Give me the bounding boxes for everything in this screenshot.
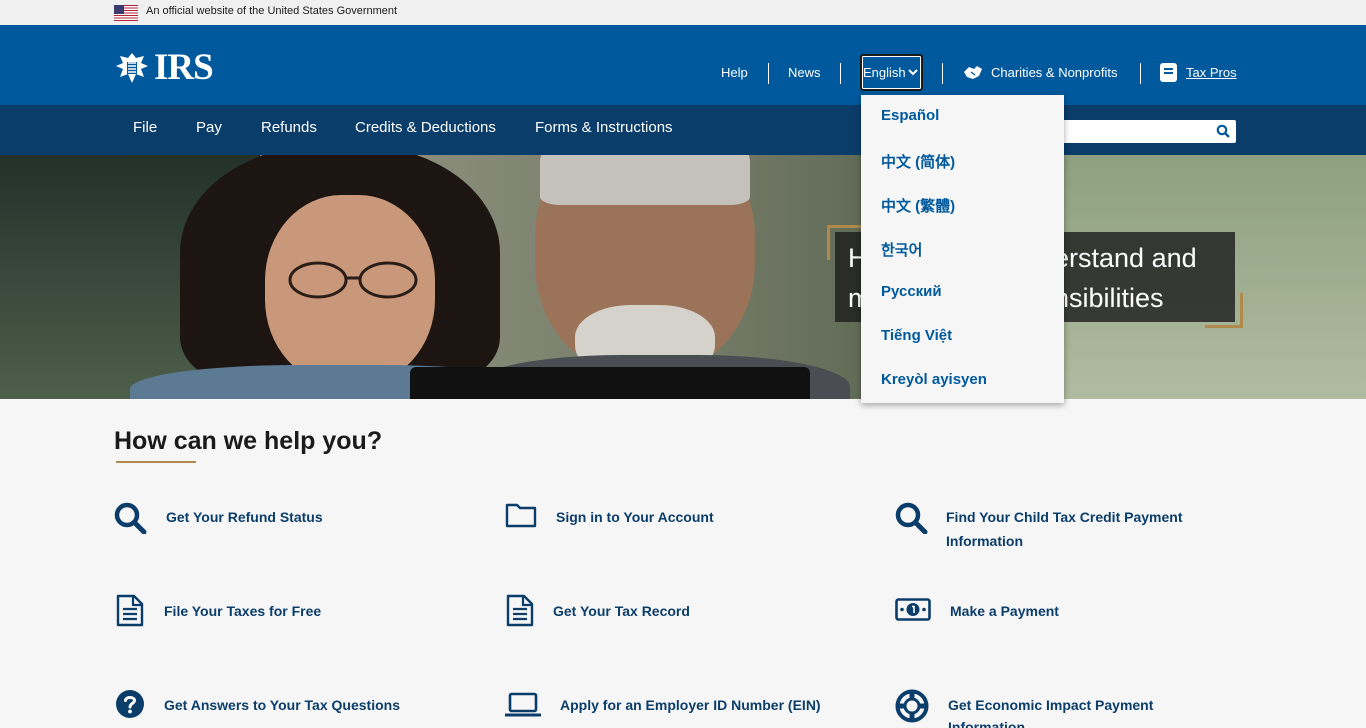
language-option-korean[interactable]: 한국어 (881, 239, 922, 260)
question-icon (116, 690, 144, 718)
main-nav: File Pay Refunds Credits & Deductions Fo… (0, 105, 1366, 155)
help-item-label: Get Your Tax Record (553, 603, 690, 619)
tax-record-link[interactable]: Get Your Tax Record (505, 594, 865, 630)
logo-text: IRS (154, 47, 214, 88)
sign-in-account-link[interactable]: Sign in to Your Account (505, 502, 865, 538)
irs-logo[interactable]: IRS (114, 47, 214, 88)
search-icon (114, 502, 147, 534)
nav-refunds[interactable]: Refunds (261, 119, 317, 136)
language-option-vietnamese[interactable]: Tiếng Việt (881, 327, 952, 344)
language-option-spanish[interactable]: Español (881, 107, 939, 124)
hero-frame-decoration (1205, 293, 1243, 328)
help-item-label-line2: Information (946, 533, 1023, 549)
book-icon (1160, 63, 1177, 82)
language-option-russian[interactable]: Русский (881, 283, 942, 300)
us-flag-icon (114, 5, 138, 21)
help-item-label-line2: Information (948, 719, 1025, 728)
help-item-label: Sign in to Your Account (556, 509, 714, 525)
refund-status-link[interactable]: Get Your Refund Status (114, 502, 474, 538)
gov-banner-text: An official website of the United States… (146, 5, 398, 17)
language-select[interactable]: English (860, 54, 923, 91)
charities-link[interactable]: Charities & Nonprofits (991, 65, 1117, 80)
divider (840, 63, 841, 84)
news-link[interactable]: News (788, 65, 821, 80)
search-icon[interactable] (1216, 124, 1230, 138)
help-item-label: Get Answers to Your Tax Questions (164, 697, 400, 713)
language-option-chinese-traditional[interactable]: 中文 (繁體) (881, 195, 955, 216)
site-header: IRS Help News English Charities & Nonpro… (0, 25, 1366, 105)
language-option-chinese-simplified[interactable]: 中文 (简体) (881, 151, 955, 172)
title-underline (116, 461, 196, 463)
help-item-label: File Your Taxes for Free (164, 603, 322, 619)
document-icon (506, 594, 534, 627)
nav-forms-instructions[interactable]: Forms & Instructions (535, 119, 673, 136)
language-dropdown-menu: Español 中文 (简体) 中文 (繁體) 한국어 Русский Tiến… (861, 95, 1064, 403)
help-item-label: Make a Payment (950, 603, 1059, 619)
economic-impact-payment-link[interactable]: Get Economic Impact Payment Information (895, 689, 1255, 728)
eagle-logo-icon (116, 53, 148, 83)
nav-pay[interactable]: Pay (196, 119, 222, 136)
hero-photo (540, 155, 750, 205)
lifebuoy-icon (895, 689, 929, 723)
child-tax-credit-link[interactable]: Find Your Child Tax Credit Payment Infor… (895, 502, 1255, 552)
hero-photo (288, 261, 418, 299)
hero-photo (410, 367, 810, 399)
divider (768, 63, 769, 84)
laptop-icon (505, 692, 541, 717)
tax-pros-link[interactable]: Tax Pros (1186, 65, 1237, 80)
handshake-icon (964, 66, 982, 79)
tax-questions-link[interactable]: Get Answers to Your Tax Questions (114, 689, 474, 725)
gov-banner: An official website of the United States… (0, 0, 1366, 25)
divider (942, 63, 943, 84)
help-item-label: Get Economic Impact Payment (948, 697, 1154, 713)
divider (1140, 63, 1141, 84)
language-select-value: English (863, 65, 906, 80)
help-link[interactable]: Help (721, 65, 748, 80)
money-icon (895, 598, 931, 621)
search-icon (895, 502, 928, 534)
help-item-label: Find Your Child Tax Credit Payment (946, 509, 1183, 525)
search-input[interactable] (1060, 120, 1236, 143)
language-option-haitian-creole[interactable]: Kreyòl ayisyen (881, 371, 987, 388)
help-item-label: Get Your Refund Status (166, 509, 323, 525)
chevron-down-icon (908, 69, 918, 76)
help-item-label: Apply for an Employer ID Number (EIN) (560, 697, 821, 713)
folder-icon (505, 503, 537, 528)
file-taxes-free-link[interactable]: File Your Taxes for Free (114, 594, 474, 630)
document-icon (116, 594, 144, 627)
nav-file[interactable]: File (133, 119, 157, 136)
nav-credits-deductions[interactable]: Credits & Deductions (355, 119, 496, 136)
help-section-title: How can we help you? (114, 427, 383, 455)
make-payment-link[interactable]: Make a Payment (895, 594, 1255, 630)
employer-id-link[interactable]: Apply for an Employer ID Number (EIN) (505, 689, 865, 725)
